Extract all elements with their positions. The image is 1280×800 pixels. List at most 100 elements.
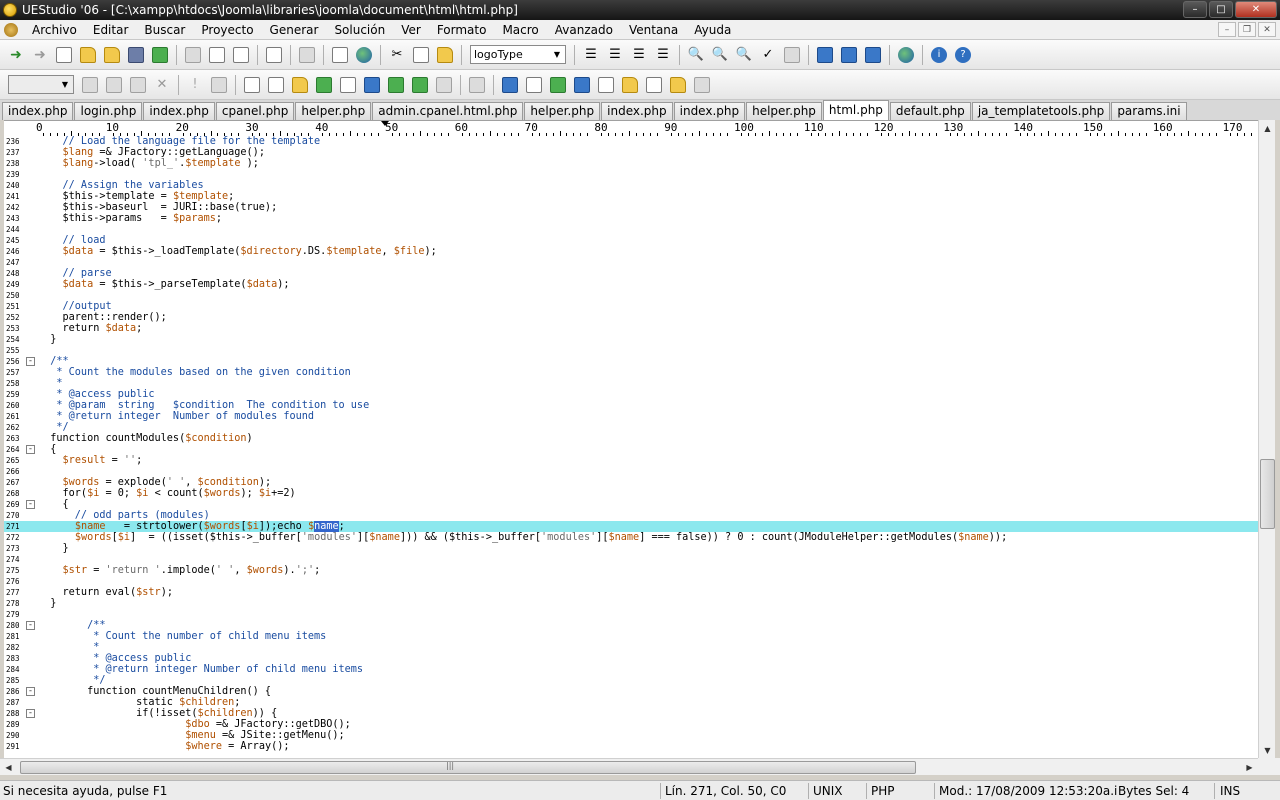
code-editor[interactable]: 236 // Load the language file for the te… — [4, 136, 1258, 758]
code-line[interactable]: 240 // Assign the variables — [4, 180, 1258, 191]
file-tab[interactable]: index.php — [601, 102, 673, 120]
code-line[interactable]: 258 * — [4, 378, 1258, 389]
code-line[interactable]: 243 $this->params = $params; — [4, 213, 1258, 224]
code-line[interactable]: 249 $data = $this->_parseTemplate($data)… — [4, 279, 1258, 290]
open-project-button[interactable] — [101, 44, 123, 66]
tool-4-button[interactable] — [313, 74, 335, 96]
tool-13-button[interactable] — [595, 74, 617, 96]
rebuild-button[interactable] — [127, 74, 149, 96]
code-line[interactable]: 241 $this->template = $template; — [4, 191, 1258, 202]
tool-5-button[interactable] — [337, 74, 359, 96]
code-line[interactable]: 275 $str = 'return '.implode(' ', $words… — [4, 565, 1258, 576]
code-line[interactable]: 266 — [4, 466, 1258, 477]
tool-15-button[interactable] — [643, 74, 665, 96]
file-tab[interactable]: admin.cpanel.html.php — [372, 102, 524, 120]
run-button[interactable]: ! — [184, 74, 206, 96]
code-line[interactable]: 238 $lang->load( 'tpl_'.$template ); — [4, 158, 1258, 169]
ftp-button[interactable] — [781, 44, 803, 66]
status-line-ending[interactable]: UNIX — [813, 781, 863, 800]
file-tab[interactable]: helper.php — [295, 102, 372, 120]
code-line[interactable]: 291 $where = Array(); — [4, 741, 1258, 752]
menu-ver[interactable]: Ver — [393, 20, 429, 40]
selected-text[interactable]: name — [314, 521, 339, 532]
menu-editar[interactable]: Editar — [85, 20, 137, 40]
debug-button[interactable] — [208, 74, 230, 96]
back-button[interactable]: ➜ — [5, 44, 27, 66]
code-line[interactable]: 262 */ — [4, 422, 1258, 433]
file-tab[interactable]: helper.php — [524, 102, 601, 120]
code-line[interactable]: 288- if(!isset($children)) { — [4, 708, 1258, 719]
code-line[interactable]: 269- { — [4, 499, 1258, 510]
code-line[interactable]: 237 $lang =& JFactory::getLanguage(); — [4, 147, 1258, 158]
menu-ventana[interactable]: Ventana — [621, 20, 686, 40]
web-button[interactable] — [895, 44, 917, 66]
code-line[interactable]: 263 function countModules($condition) — [4, 433, 1258, 444]
new-file-button[interactable] — [53, 44, 75, 66]
fold-toggle-icon[interactable]: - — [26, 687, 35, 696]
copy-button[interactable] — [410, 44, 432, 66]
id-button[interactable] — [571, 74, 593, 96]
print-preview-button[interactable] — [206, 44, 228, 66]
code-line[interactable]: 278 } — [4, 598, 1258, 609]
tool-12-button[interactable] — [547, 74, 569, 96]
tool-10-button[interactable] — [466, 74, 488, 96]
help-button[interactable]: ? — [952, 44, 974, 66]
code-line[interactable]: 242 $this->baseurl = JURI::base(true); — [4, 202, 1258, 213]
tool-14-button[interactable] — [619, 74, 641, 96]
code-line[interactable]: 280- /** — [4, 620, 1258, 631]
menu-generar[interactable]: Generar — [262, 20, 327, 40]
code-line[interactable]: 239 — [4, 169, 1258, 180]
code-line[interactable]: 271 $name = strtolower($words[$i]);echo … — [4, 521, 1258, 532]
code-line[interactable]: 274 — [4, 554, 1258, 565]
tool-1-button[interactable] — [241, 74, 263, 96]
tool-9-button[interactable] — [433, 74, 455, 96]
code-line[interactable]: 250 — [4, 290, 1258, 301]
code-line[interactable]: 247 — [4, 257, 1258, 268]
code-line[interactable]: 246 $data = $this->_loadTemplate($direct… — [4, 246, 1258, 257]
tool-8-button[interactable] — [409, 74, 431, 96]
code-line[interactable]: 270 // odd parts (modules) — [4, 510, 1258, 521]
code-line[interactable]: 255 — [4, 345, 1258, 356]
find-button[interactable]: 🔍 — [685, 44, 707, 66]
menu-macro[interactable]: Macro — [494, 20, 546, 40]
split-vertical-button[interactable] — [838, 44, 860, 66]
doc-restore-button[interactable]: ❐ — [1238, 22, 1256, 37]
vertical-scroll-thumb[interactable] — [1260, 459, 1275, 529]
code-line[interactable]: 272 $words[$i] = ((isset($this->_buffer[… — [4, 532, 1258, 543]
doc-minimize-button[interactable]: – — [1218, 22, 1236, 37]
find-prev-button[interactable]: 🔍 — [733, 44, 755, 66]
menu-formato[interactable]: Formato — [429, 20, 495, 40]
fold-toggle-icon[interactable]: - — [26, 709, 35, 718]
horizontal-scrollbar[interactable]: ◀ ||| ▶ — [0, 758, 1258, 775]
chevron-down-icon[interactable]: ▼ — [550, 47, 564, 62]
cut-button[interactable]: ✂ — [386, 44, 408, 66]
save-all-button[interactable] — [149, 44, 171, 66]
status-language[interactable]: PHP — [871, 781, 931, 800]
info-button[interactable]: i — [928, 44, 950, 66]
file-tab[interactable]: ja_templatetools.php — [971, 102, 1111, 120]
chevron-down-icon[interactable]: ▼ — [58, 77, 72, 92]
tool-6-button[interactable] — [361, 74, 383, 96]
code-line[interactable]: 248 // parse — [4, 268, 1258, 279]
code-line[interactable]: 283 * @access public — [4, 653, 1258, 664]
code-line[interactable]: 287 static $children; — [4, 697, 1258, 708]
horizontal-scroll-thumb[interactable] — [20, 761, 916, 774]
menu-solucion[interactable]: Solución — [326, 20, 393, 40]
maximize-button[interactable]: □ — [1209, 1, 1233, 18]
style-combo[interactable]: logoType ▼ — [470, 45, 566, 64]
build-button[interactable] — [79, 74, 101, 96]
code-line[interactable]: 285 */ — [4, 675, 1258, 686]
code-line[interactable]: 244 — [4, 224, 1258, 235]
code-line[interactable]: 253 return $data; — [4, 323, 1258, 334]
fold-toggle-icon[interactable]: - — [26, 445, 35, 454]
code-line[interactable]: 265 $result = ''; — [4, 455, 1258, 466]
menu-ayuda[interactable]: Ayuda — [686, 20, 739, 40]
code-line[interactable]: 252 parent::render(); — [4, 312, 1258, 323]
code-line[interactable]: 268 for($i = 0; $i < count($words); $i+=… — [4, 488, 1258, 499]
doc-close-button[interactable]: ✕ — [1258, 22, 1276, 37]
file-tab[interactable]: cpanel.php — [215, 102, 295, 120]
scroll-up-icon[interactable]: ▲ — [1259, 120, 1276, 136]
code-line[interactable]: 277 return eval($str); — [4, 587, 1258, 598]
code-line[interactable]: 256- /** — [4, 356, 1258, 367]
scroll-left-icon[interactable]: ◀ — [0, 759, 17, 776]
